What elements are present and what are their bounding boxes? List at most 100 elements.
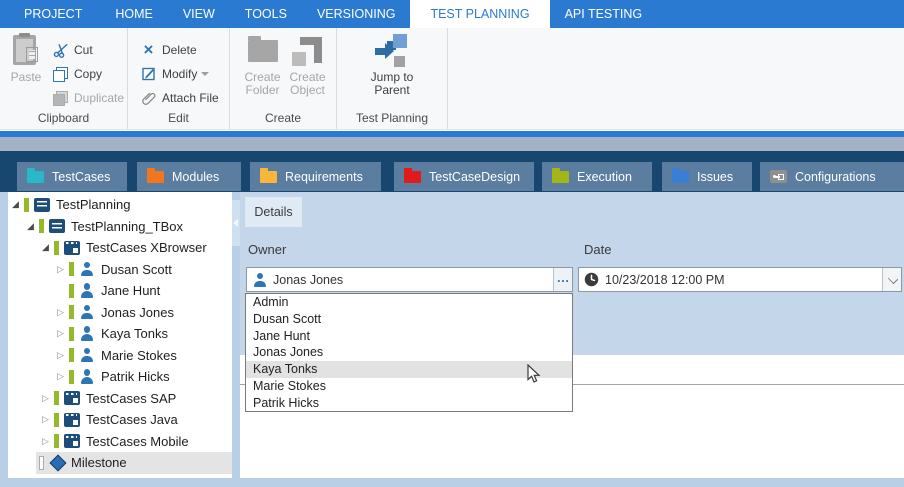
menu-tab-test-planning[interactable]: TEST PLANNING [410, 0, 549, 28]
paste-button[interactable]: Paste [8, 32, 44, 84]
connector-icon [770, 170, 787, 183]
expand-icon[interactable]: ▷ [40, 393, 51, 404]
duplicate-button[interactable]: Duplicate [52, 86, 124, 110]
person-icon [79, 305, 95, 320]
expand-icon[interactable]: ▷ [55, 307, 66, 318]
ribbon-group-clipboard: Paste Cut Copy Duplicate Clipboa [0, 28, 128, 129]
status-strip [0, 478, 904, 487]
owner-combobox[interactable]: Jonas Jones … [246, 267, 573, 292]
ribbon-group-create: Create Folder Create Object Create [230, 28, 337, 129]
tab-modules[interactable]: Modules [137, 162, 241, 191]
calendar-icon [64, 241, 80, 255]
menu-tab-view[interactable]: VIEW [168, 0, 230, 28]
create-object-button[interactable]: Create Object [285, 32, 330, 97]
expand-icon[interactable]: ▷ [40, 436, 51, 447]
status-bar [39, 219, 44, 233]
menu-bar: PROJECT HOME VIEW TOOLS VERSIONING TEST … [0, 0, 904, 28]
ellipsis-button[interactable]: … [553, 268, 572, 291]
tab-testcases[interactable]: TestCases [17, 162, 127, 191]
tree-item-testplanning[interactable]: ◢ TestPlanning [8, 194, 232, 216]
details-panel: Details Owner Jonas Jones … Date 10/23/2… [240, 192, 904, 478]
cut-button[interactable]: Cut [52, 38, 124, 62]
tree-item-jane-hunt[interactable]: ▷ Jane Hunt [8, 280, 232, 302]
tab-testcasedesign[interactable]: TestCaseDesign [394, 162, 534, 191]
status-bar [69, 284, 74, 298]
status-bar [69, 348, 74, 362]
status-bar [54, 413, 59, 427]
tree-item-testcases-java[interactable]: ▷ TestCases Java [8, 409, 232, 431]
person-icon [79, 369, 95, 384]
content-area: ◢ TestPlanning ◢ TestPlanning_TBox ◢ Tes… [0, 192, 904, 487]
jump-to-parent-button[interactable]: Jump to Parent [360, 32, 424, 97]
calendar-icon [64, 434, 80, 448]
chevron-down-icon[interactable] [882, 268, 901, 291]
jump-to-parent-icon [374, 34, 410, 68]
ribbon-group-edit: × Delete Modify Attach File Edi [128, 28, 230, 129]
status-bar [54, 391, 59, 405]
expand-icon[interactable]: ▷ [55, 264, 66, 275]
chevron-down-icon [201, 72, 209, 76]
create-folder-button[interactable]: Create Folder [240, 32, 285, 97]
tree-item-jonas-jones[interactable]: ▷ Jonas Jones [8, 302, 232, 324]
date-picker[interactable]: 10/23/2018 12:00 PM [578, 267, 902, 292]
status-bar [39, 456, 44, 470]
notebook-icon [34, 198, 50, 212]
menu-tab-api-testing[interactable]: API TESTING [550, 0, 658, 28]
duplicate-icon [52, 90, 69, 107]
clipboard-icon [8, 34, 44, 68]
paperclip-icon [140, 90, 157, 107]
delete-button[interactable]: × Delete [140, 38, 219, 62]
owner-option[interactable]: Patrik Hicks [246, 395, 572, 412]
tree-item-marie-stokes[interactable]: ▷ Marie Stokes [8, 345, 232, 367]
tree-item-patrik-hicks[interactable]: ▷ Patrik Hicks [8, 366, 232, 388]
tree-item-testcases-xbrowser[interactable]: ◢ TestCases XBrowser [8, 237, 232, 259]
menu-tab-project[interactable]: PROJECT [6, 0, 100, 28]
owner-option[interactable]: Admin [246, 294, 572, 311]
menu-tab-home[interactable]: HOME [100, 0, 168, 28]
status-bar [69, 305, 74, 319]
splitter-collapse-handle[interactable] [232, 200, 240, 246]
collapse-icon[interactable]: ◢ [40, 242, 51, 253]
collapse-icon[interactable]: ◢ [25, 221, 36, 232]
owner-option[interactable]: Dusan Scott [246, 311, 572, 328]
expand-icon[interactable]: ▷ [55, 371, 66, 382]
folder-icon [672, 171, 689, 183]
tab-configurations[interactable]: Configurations [760, 162, 904, 191]
modify-button[interactable]: Modify [140, 62, 219, 86]
copy-button[interactable]: Copy [52, 62, 124, 86]
person-icon [79, 326, 95, 341]
date-label: Date [584, 242, 611, 257]
expand-icon[interactable]: ▷ [55, 328, 66, 339]
owner-value: Jonas Jones [273, 273, 343, 287]
mouse-cursor [527, 364, 541, 389]
menu-tab-versioning[interactable]: VERSIONING [302, 0, 411, 28]
tree-item-testcases-mobile[interactable]: ▷ TestCases Mobile [8, 431, 232, 453]
project-tree: ◢ TestPlanning ◢ TestPlanning_TBox ◢ Tes… [8, 192, 232, 478]
tree-item-milestone[interactable]: ▷ Milestone [8, 452, 232, 474]
expand-icon[interactable]: ▷ [40, 414, 51, 425]
tab-requirements[interactable]: Requirements [250, 162, 381, 191]
tree-item-dusan-scott[interactable]: ▷ Dusan Scott [8, 259, 232, 281]
tree-item-testcases-sap[interactable]: ▷ TestCases SAP [8, 388, 232, 410]
owner-option[interactable]: Marie Stokes [246, 378, 572, 395]
tab-details[interactable]: Details [245, 197, 302, 227]
calendar-icon [64, 413, 80, 427]
owner-option-hovered[interactable]: Kaya Tonks [246, 361, 572, 378]
status-bar [24, 198, 29, 212]
module-tab-strip: TestCases Modules Requirements TestCaseD… [0, 151, 904, 192]
copy-icon [52, 66, 69, 83]
collapse-icon[interactable]: ◢ [10, 199, 21, 210]
status-bar [69, 262, 74, 276]
tree-item-kaya-tonks[interactable]: ▷ Kaya Tonks [8, 323, 232, 345]
expand-icon[interactable]: ▷ [55, 350, 66, 361]
menu-tab-tools[interactable]: TOOLS [230, 0, 302, 28]
tab-execution[interactable]: Execution [542, 162, 652, 191]
attach-file-button[interactable]: Attach File [140, 86, 219, 110]
tree-item-testplanning-tbox[interactable]: ◢ TestPlanning_TBox [8, 216, 232, 238]
owner-option[interactable]: Jonas Jones [246, 344, 572, 361]
status-bar [54, 434, 59, 448]
calendar-icon [64, 391, 80, 405]
owner-option[interactable]: Jane Hunt [246, 328, 572, 345]
tab-issues[interactable]: Issues [662, 162, 752, 191]
person-icon [253, 273, 268, 287]
